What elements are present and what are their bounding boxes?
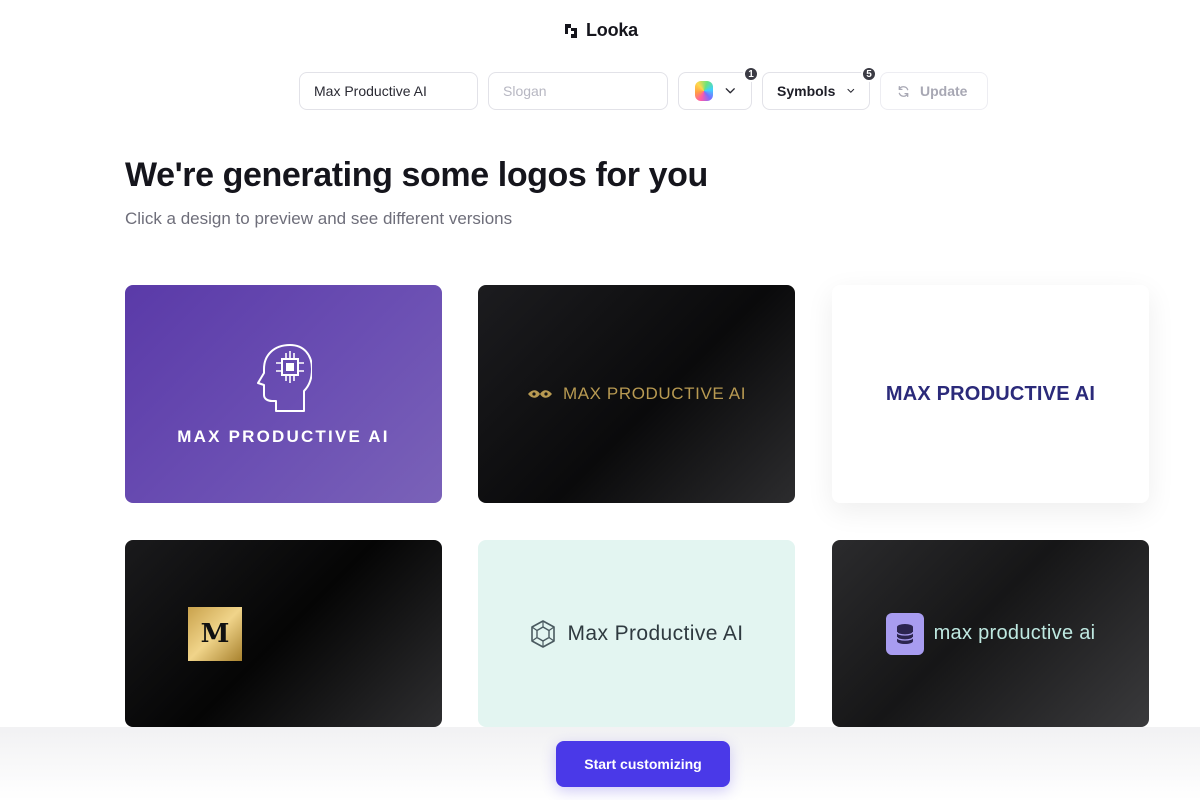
color-swatch-icon [695,81,713,101]
symbols-label: Symbols [777,83,836,99]
looka-logo-icon [564,23,577,38]
logo-wordmark: MAX PRODUCTIVE AI [562,384,747,403]
symbols-count-badge: 5 [861,66,877,82]
logo-wordmark: Max Productive AI [567,621,744,645]
logo-card-4[interactable]: M [125,540,442,727]
logo-card-1[interactable]: MAX PRODUCTIVE AI [125,285,442,503]
hexagon-cube-icon [531,619,556,648]
logo-wordmark: MAX PRODUCTIVE AI [177,427,390,446]
logo-wordmark: MAX PRODUCTIVE AI [885,382,1096,405]
logo-card-6[interactable]: max productive ai [832,540,1149,727]
update-label: Update [920,83,968,99]
chevron-down-icon [847,88,855,93]
page-subtitle: Click a design to preview and see differ… [125,209,513,228]
logo-wordmark: max productive ai [933,622,1096,644]
brand-name: Looka [585,20,638,40]
slogan-input[interactable] [488,72,668,110]
chevron-down-icon [725,88,735,94]
gold-wings-icon [527,390,552,398]
symbols-dropdown[interactable]: Symbols 5 [762,66,877,110]
start-customizing-button[interactable]: Start customizing [556,741,730,787]
logo-card-3[interactable]: MAX PRODUCTIVE AI [832,285,1149,503]
colors-dropdown[interactable]: 1 [678,66,759,110]
page-title: We're generating some logos for you [125,156,708,194]
logo-card-2[interactable]: MAX PRODUCTIVE AI [478,285,795,503]
colors-count-badge: 1 [743,66,759,82]
company-name-input[interactable] [299,72,478,110]
brain-chip-icon [256,344,312,412]
monogram-badge: M [188,606,242,661]
update-button[interactable]: Update [880,72,988,110]
refresh-icon [898,85,909,97]
database-icon [885,612,924,655]
logo-card-5[interactable]: Max Productive AI [478,540,795,727]
brand[interactable]: Looka [0,20,1200,41]
logo-toolbar: 1 Symbols 5 Update [299,66,988,110]
